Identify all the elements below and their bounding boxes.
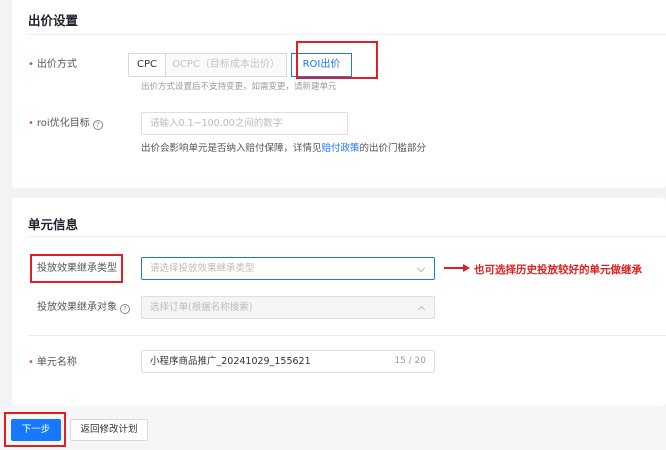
bid-method-hint: 出价方式设置后不支持变更，如需变更，请新建单元 <box>141 82 337 92</box>
bid-option-cpc[interactable]: CPC <box>128 53 166 77</box>
highlight-box-next <box>4 412 66 447</box>
unit-info-title: 单元信息 <box>28 217 79 232</box>
unit-name-label: • 单元名称 <box>28 357 77 368</box>
roi-target-input[interactable]: 请输入0.1~100.00之间的数字 <box>141 112 348 135</box>
required-mark: • <box>28 118 34 129</box>
char-counter: 15 / 20 <box>394 356 426 366</box>
bid-method-label: • 出价方式 <box>28 59 77 70</box>
chevron-down-icon <box>416 263 426 273</box>
section-divider <box>28 335 666 336</box>
inherit-object-label: 投放效果继承对象? <box>37 301 130 315</box>
unit-name-input[interactable]: 小程序商品推广_20241029_155621 15 / 20 <box>141 350 435 373</box>
bid-settings-card: 出价设置 <box>12 0 666 188</box>
bid-settings-title: 出价设置 <box>28 13 79 28</box>
annotation-text: 也可选择历史投放较好的单元做继承 <box>474 264 642 276</box>
question-circle-icon[interactable]: ? <box>92 120 103 130</box>
section-divider <box>28 236 666 237</box>
roi-target-hint: 出价会影响单元是否纳入赔付保障，详情见赔付政策的出价门槛部分 <box>141 143 427 154</box>
annotation-arrow-line <box>444 267 464 269</box>
back-to-plan-button[interactable]: 返回修改计划 <box>70 419 148 441</box>
required-mark: • <box>28 59 34 70</box>
roi-target-label: • roi优化目标? <box>28 117 103 131</box>
highlight-box-roi <box>296 41 378 79</box>
annotation-arrow-icon <box>463 264 470 272</box>
highlight-box-inherit-type <box>30 254 123 283</box>
inherit-type-select[interactable]: 请选择投放效果继承类型 <box>141 257 435 280</box>
inherit-object-select[interactable]: 选择订单(根据名称搜索) <box>141 296 435 319</box>
compensation-policy-link[interactable]: 赔付政策 <box>322 143 360 154</box>
required-mark: • <box>28 357 34 368</box>
bid-option-ocpc[interactable]: OCPC（目标成本出价） <box>165 53 287 77</box>
section-divider <box>28 34 666 35</box>
chevron-up-icon <box>417 305 426 314</box>
question-circle-icon[interactable]: ? <box>120 304 130 314</box>
